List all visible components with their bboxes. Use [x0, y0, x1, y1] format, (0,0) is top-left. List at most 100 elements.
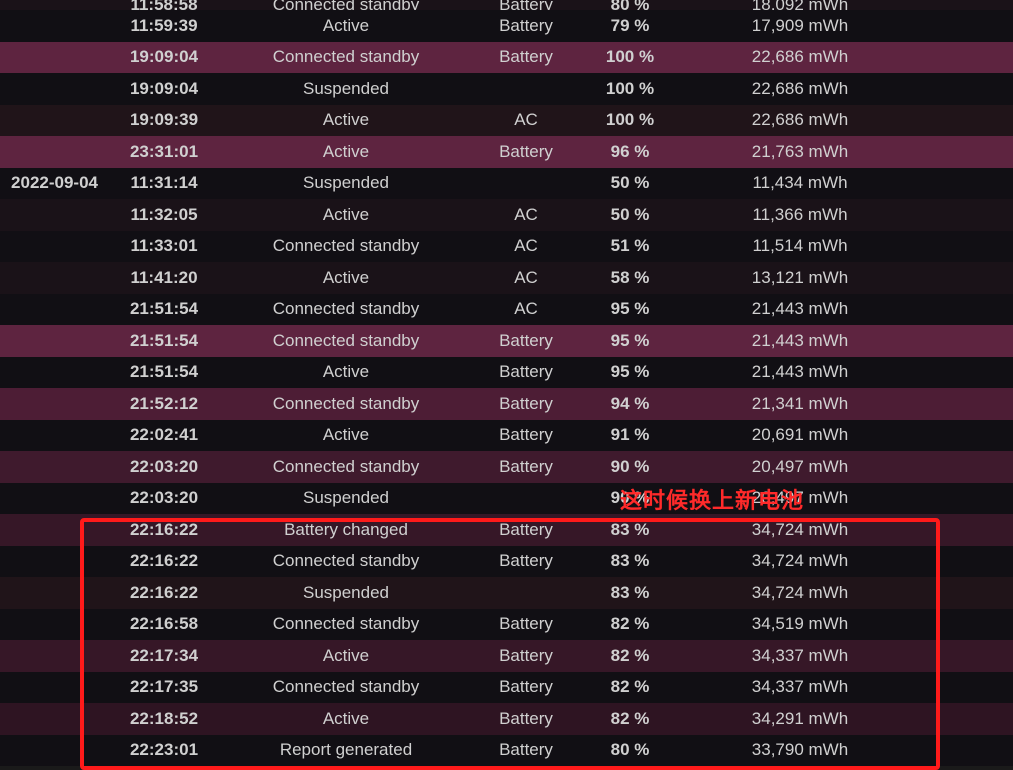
table-row: 19:09:39ActiveAC100 %22,686 mWh — [0, 105, 1013, 137]
cell-source: Battery — [472, 740, 580, 760]
cell-mwh: 20,497 mWh — [680, 457, 920, 477]
table-row: 22:18:52ActiveBattery82 %34,291 mWh — [0, 703, 1013, 735]
cell-state: Suspended — [220, 488, 472, 508]
cell-time: 22:17:35 — [108, 677, 220, 697]
cell-source: Battery — [472, 362, 580, 382]
cell-percent: 80 % — [580, 740, 680, 760]
cell-mwh: 21,443 mWh — [680, 299, 920, 319]
cell-state: Connected standby — [220, 331, 472, 351]
cell-mwh: 17,909 mWh — [680, 16, 920, 36]
cell-mwh: 21,341 mWh — [680, 394, 920, 414]
cell-percent: 50 % — [580, 173, 680, 193]
cell-time: 22:16:58 — [108, 614, 220, 634]
cell-mwh: 11,366 mWh — [680, 205, 920, 225]
cell-percent: 50 % — [580, 205, 680, 225]
cell-state: Active — [220, 205, 472, 225]
cell-source: Battery — [472, 709, 580, 729]
table-row: 22:16:22Connected standbyBattery83 %34,7… — [0, 546, 1013, 578]
cell-source: AC — [472, 299, 580, 319]
table-row: 11:59:39ActiveBattery79 %17,909 mWh — [0, 10, 1013, 42]
cell-percent: 82 % — [580, 677, 680, 697]
cell-time: 23:31:01 — [108, 142, 220, 162]
cell-percent: 83 % — [580, 551, 680, 571]
cell-time: 22:17:34 — [108, 646, 220, 666]
cell-source: Battery — [472, 0, 580, 10]
cell-time: 22:16:22 — [108, 583, 220, 603]
cell-percent: 90 % — [580, 457, 680, 477]
cell-percent: 51 % — [580, 236, 680, 256]
table-row: 21:51:54Connected standbyBattery95 %21,4… — [0, 325, 1013, 357]
cell-time: 19:09:39 — [108, 110, 220, 130]
cell-state: Active — [220, 646, 472, 666]
cell-time: 22:18:52 — [108, 709, 220, 729]
cell-source: Battery — [472, 47, 580, 67]
cell-source: AC — [472, 205, 580, 225]
cell-source: Battery — [472, 646, 580, 666]
cell-source: AC — [472, 268, 580, 288]
cell-time: 22:16:22 — [108, 551, 220, 571]
cell-source: Battery — [472, 142, 580, 162]
cell-mwh: 13,121 mWh — [680, 268, 920, 288]
table-row: 22:17:35Connected standbyBattery82 %34,3… — [0, 672, 1013, 704]
cell-time: 22:03:20 — [108, 457, 220, 477]
cell-time: 19:09:04 — [108, 47, 220, 67]
table-row: 23:31:01ActiveBattery96 %21,763 mWh — [0, 136, 1013, 168]
table-row: 22:16:22Suspended83 %34,724 mWh — [0, 577, 1013, 609]
cell-state: Battery changed — [220, 520, 472, 540]
table-row: 22:02:41ActiveBattery91 %20,691 mWh — [0, 420, 1013, 452]
cell-percent: 83 % — [580, 583, 680, 603]
cell-percent: 80 % — [580, 0, 680, 10]
table-row: 19:09:04Suspended 100 %22,686 mWh — [0, 73, 1013, 105]
cell-state: Connected standby — [220, 47, 472, 67]
cell-state: Connected standby — [220, 457, 472, 477]
cell-time: 22:23:01 — [108, 740, 220, 760]
cell-mwh: 22,686 mWh — [680, 79, 920, 99]
cell-percent: 95 % — [580, 299, 680, 319]
cell-state: Connected standby — [220, 236, 472, 256]
cell-state: Active — [220, 142, 472, 162]
cell-time: 21:51:54 — [108, 362, 220, 382]
cell-percent: 82 % — [580, 709, 680, 729]
cell-time: 11:32:05 — [108, 205, 220, 225]
cell-state: Suspended — [220, 583, 472, 603]
cell-percent: 79 % — [580, 16, 680, 36]
cell-state: Active — [220, 268, 472, 288]
cell-percent: 82 % — [580, 646, 680, 666]
cell-time: 11:33:01 — [108, 236, 220, 256]
cell-source: AC — [472, 236, 580, 256]
cell-source: Battery — [472, 677, 580, 697]
cell-state: Connected standby — [220, 551, 472, 571]
cell-source: Battery — [472, 331, 580, 351]
cell-percent: 95 % — [580, 331, 680, 351]
cell-mwh: 34,724 mWh — [680, 551, 920, 571]
cell-time: 19:09:04 — [108, 79, 220, 99]
cell-state: Suspended — [220, 79, 472, 99]
table-row: 21:52:12Connected standbyBattery94 %21,3… — [0, 388, 1013, 420]
cell-source: Battery — [472, 16, 580, 36]
table-row: 11:32:05ActiveAC50 %11,366 mWh — [0, 199, 1013, 231]
cell-source: Battery — [472, 457, 580, 477]
cell-state: Report generated — [220, 740, 472, 760]
cell-time: 21:52:12 — [108, 394, 220, 414]
table-row: 22:16:58Connected standbyBattery82 %34,5… — [0, 609, 1013, 641]
cell-date: 2022-09-04 — [0, 173, 108, 193]
cell-time: 22:16:22 — [108, 520, 220, 540]
cell-source: Battery — [472, 551, 580, 571]
cell-percent: 95 % — [580, 362, 680, 382]
table-row: 19:09:04Connected standbyBattery100 %22,… — [0, 42, 1013, 74]
cell-mwh: 20,691 mWh — [680, 425, 920, 445]
cell-mwh: 33,790 mWh — [680, 740, 920, 760]
cell-percent: 100 % — [580, 79, 680, 99]
cell-source: AC — [472, 110, 580, 130]
table-row: 21:51:54Connected standbyAC95 %21,443 mW… — [0, 294, 1013, 326]
cell-mwh: 21,443 mWh — [680, 331, 920, 351]
cell-mwh: 21,443 mWh — [680, 362, 920, 382]
cell-time: 22:02:41 — [108, 425, 220, 445]
cell-mwh: 34,519 mWh — [680, 614, 920, 634]
cell-source: Battery — [472, 394, 580, 414]
cell-state: Active — [220, 110, 472, 130]
table-row: 11:41:20ActiveAC58 %13,121 mWh — [0, 262, 1013, 294]
cell-mwh: 11,434 mWh — [680, 173, 920, 193]
table-row: 22:03:20Connected standbyBattery90 %20,4… — [0, 451, 1013, 483]
cell-state: Active — [220, 709, 472, 729]
